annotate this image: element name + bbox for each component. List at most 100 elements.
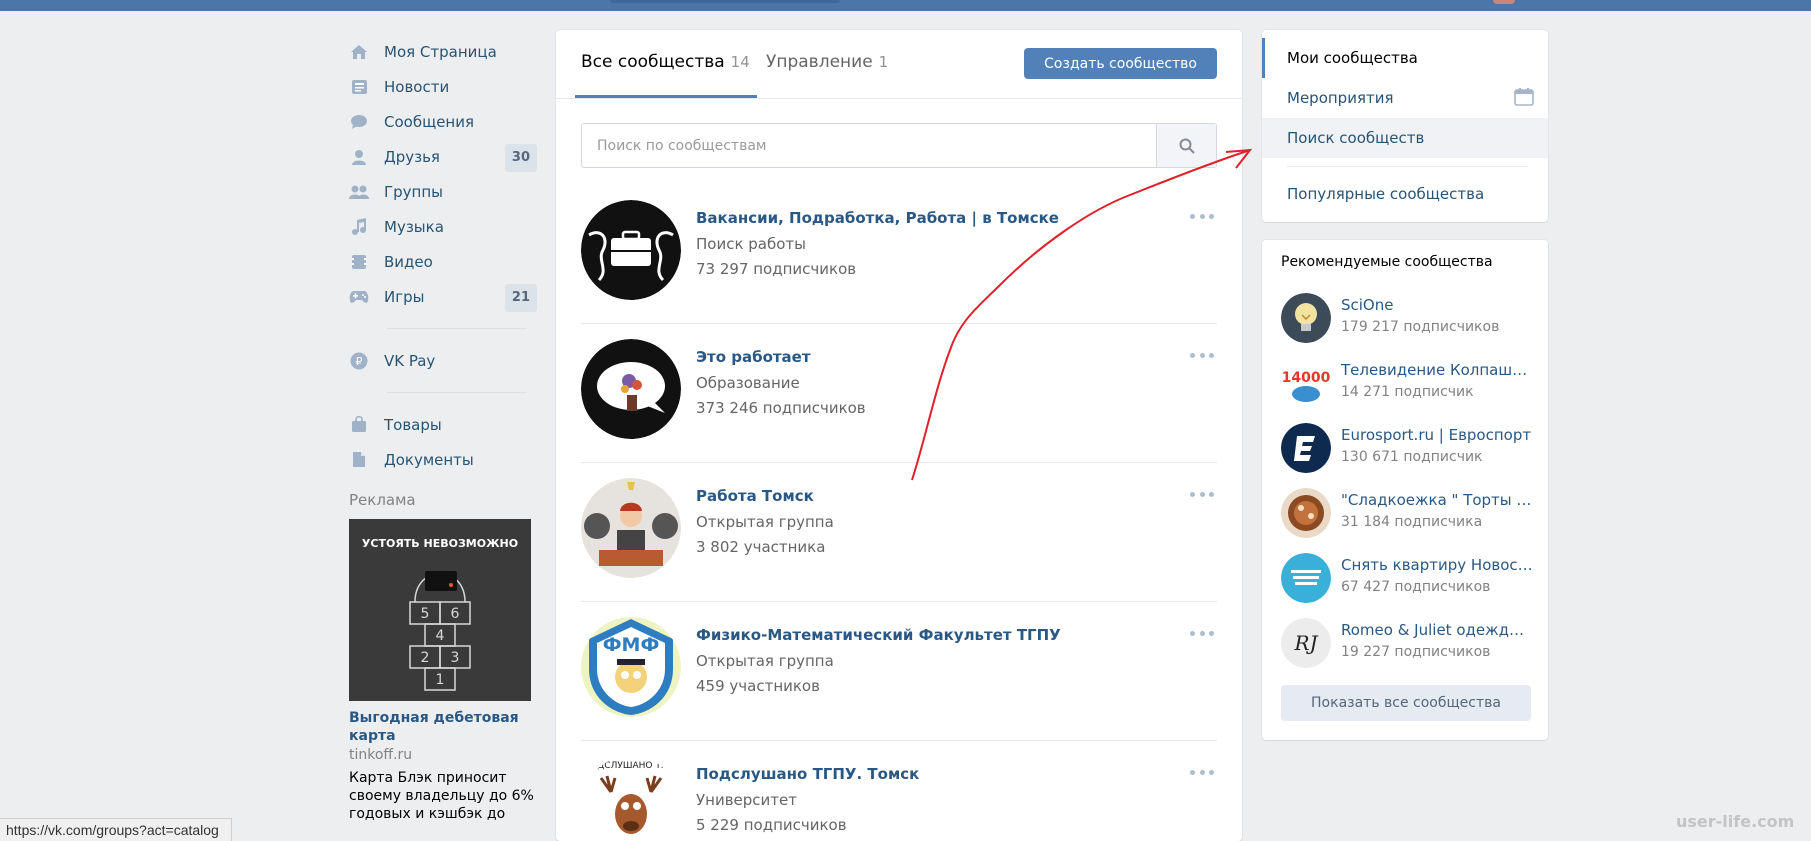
nav-item-vkpay[interactable]: ₽ VK Pay [349,343,537,378]
ad-text: Карта Блэк приносит своему владельцу до … [349,770,534,822]
fmf-avatar-image: ФМФ [581,617,681,717]
community-avatar[interactable] [1281,488,1331,538]
list-item[interactable]: Eurosport.ru | Евроспорт 130 671 подписч… [1281,423,1531,488]
more-actions-icon[interactable] [1187,624,1217,642]
list-item[interactable]: ПОДСЛУШАНО ТГПУ Подслушано ТГПУ. Томск У… [581,741,1217,841]
community-avatar[interactable]: 14000 [1281,358,1331,408]
community-search-input[interactable] [582,124,1156,167]
nav-item-friends[interactable]: Друзья 30 [349,139,537,174]
community-members: 3 802 участника [696,538,826,556]
header-avatar-fragment[interactable] [1493,0,1515,4]
recommended-name[interactable]: "Сладкоежка " Торты в Томске [1341,491,1533,509]
ad-image[interactable]: УСТОЯТЬ НЕВОЗМОЖНО 564 231 [349,519,531,701]
romeo-juliet-avatar-image: RJ [1281,618,1331,668]
community-avatar[interactable]: ПОДСЛУШАНО ТГПУ [581,756,681,841]
nav-item-news[interactable]: Новости [349,69,537,104]
cake-avatar-image [1281,488,1331,538]
community-members: 73 297 подписчиков [696,260,857,278]
interview-avatar-image [581,478,681,578]
svg-text:2: 2 [421,650,430,666]
more-actions-icon[interactable] [1187,485,1217,503]
community-avatar[interactable] [1281,293,1331,343]
ad-domain[interactable]: tinkoff.ru [349,747,537,763]
games-icon [349,288,369,306]
groups-icon [349,183,369,201]
nav-item-music[interactable]: Музыка [349,209,537,244]
list-item[interactable]: Работа Томск Открытая группа 3 802 участ… [581,463,1217,602]
nav-item-video[interactable]: Видео [349,244,537,279]
recommended-subscribers: 19 227 подписчиков [1341,644,1491,660]
recommended-communities: Рекомендуемые сообщества SciOne 179 217 … [1262,240,1548,740]
community-members: 5 229 подписчиков [696,816,847,834]
community-avatar[interactable] [581,478,681,578]
more-actions-icon[interactable] [1187,346,1217,364]
tv-kolpashevo-avatar-image: 14000 [1281,358,1331,408]
eurosport-avatar-image [1281,423,1331,473]
messages-icon [349,113,369,131]
calendar-icon[interactable] [1514,88,1534,106]
nav-item-label: Товары [384,415,442,434]
list-item[interactable]: Снять квартиру Новосибирск 67 427 подпис… [1281,553,1533,618]
rj-avatar-text: RJ [1293,631,1318,655]
nav-item-messages[interactable]: Сообщения [349,104,537,139]
tab-count: 1 [878,53,889,71]
community-avatar[interactable] [1281,423,1331,473]
svg-text:1: 1 [436,672,445,688]
list-item[interactable]: ФМФ Физико-Математический Факультет ТГПУ… [581,602,1217,741]
tab-management[interactable]: Управление 1 [766,52,888,72]
community-avatar[interactable] [581,200,681,300]
recommended-name[interactable]: Снять квартиру Новосибирск [1341,556,1533,574]
list-item[interactable]: 14000 Телевидение Колпашева 14 271 подпи… [1281,358,1533,423]
nav-item-goods[interactable]: Товары [349,407,537,442]
list-item[interactable]: RJ Romeo & Juliet одежда в Томске 19 227… [1281,618,1533,683]
nav-item-label: Моя Страница [384,42,497,61]
community-type: Открытая группа [696,652,834,670]
tab-all-communities[interactable]: Все сообщества 14 [575,52,757,98]
nav-item-label: Новости [384,77,450,96]
community-type: Открытая группа [696,513,834,531]
nav-item-documents[interactable]: Документы [349,442,537,477]
list-item[interactable]: SciOne 179 217 подписчиков [1281,293,1531,358]
more-actions-icon[interactable] [1187,763,1217,781]
show-all-communities-button[interactable]: Показать все сообщества [1281,685,1531,721]
community-avatar[interactable]: ФМФ [581,617,681,717]
recommended-subscribers: 179 217 подписчиков [1341,319,1500,335]
create-community-button[interactable]: Создать сообщество [1024,48,1217,79]
nav-item-label: Друзья [384,147,440,166]
vkpay-icon: ₽ [349,352,369,370]
nav-item-my-page[interactable]: Моя Страница [349,34,537,69]
documents-icon [349,451,369,469]
community-type: Поиск работы [696,235,807,253]
menu-item-search-communities[interactable]: Поиск сообществ [1262,118,1548,158]
header-search-fragment[interactable] [610,0,840,3]
recommended-name[interactable]: Romeo & Juliet одежда в Томске [1341,621,1533,639]
community-avatar[interactable] [1281,553,1331,603]
list-item[interactable]: "Сладкоежка " Торты в Томске 31 184 подп… [1281,488,1533,553]
recommended-subscribers: 31 184 подписчика [1341,514,1483,530]
community-name[interactable]: Работа Томск [696,487,814,505]
active-tab-underline [575,95,757,98]
community-name[interactable]: Подслушано ТГПУ. Томск [696,765,919,783]
nav-item-groups[interactable]: Группы [349,174,537,209]
community-name[interactable]: Вакансии, Подработка, Работа | в Томске [696,209,1059,227]
search-button[interactable] [1156,124,1216,167]
svg-text:6: 6 [451,606,460,622]
list-item[interactable]: Это работает Образование 373 246 подписч… [581,324,1217,463]
watermark: user-life.com [1676,812,1795,831]
menu-item-my-communities[interactable]: Мои сообщества [1262,38,1548,78]
community-avatar[interactable] [581,339,681,439]
menu-item-popular-communities[interactable]: Популярные сообщества [1262,174,1548,214]
menu-item-events[interactable]: Мероприятия [1262,78,1548,118]
list-item[interactable]: Вакансии, Подработка, Работа | в Томске … [581,185,1217,324]
recommended-name[interactable]: SciOne [1341,296,1533,314]
more-actions-icon[interactable] [1187,207,1217,225]
nav-item-games[interactable]: Игры 21 [349,279,537,314]
recommended-name[interactable]: Телевидение Колпашева [1341,361,1533,379]
ad-link[interactable]: Выгодная дебетовая карта [349,709,537,745]
community-type: Университет [696,791,797,809]
recommended-name[interactable]: Eurosport.ru | Евроспорт [1341,426,1533,444]
community-name[interactable]: Физико-Математический Факультет ТГПУ [696,626,1061,644]
friends-icon [349,148,369,166]
community-name[interactable]: Это работает [696,348,811,366]
community-avatar[interactable]: RJ [1281,618,1331,668]
